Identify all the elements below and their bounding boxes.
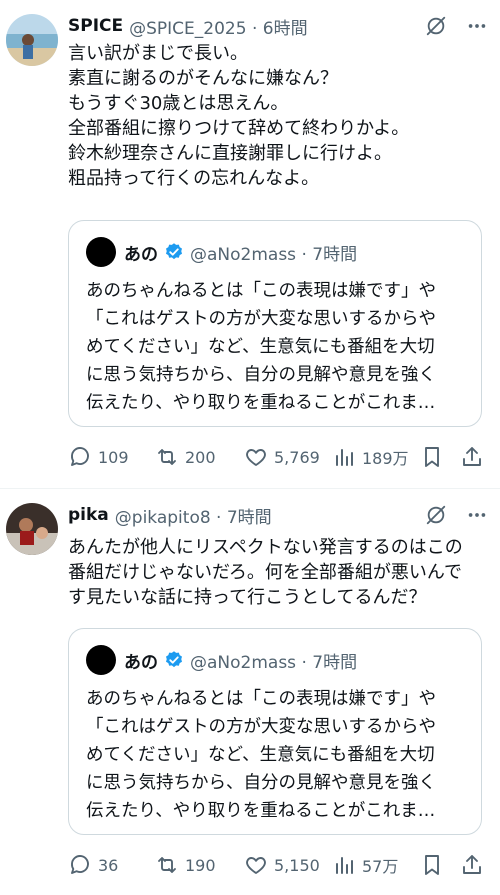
quoted-post[interactable]: あの @aNo2mass · 7時間 あのちゃんねるとは「この表現は嫌です」や … <box>68 220 482 427</box>
post-spice[interactable]: SPICE @SPICE_2025 · 6時間 言い訳がまじで長い。 素直に謝る… <box>0 0 500 488</box>
share-icon[interactable] <box>460 853 484 877</box>
views-icon <box>336 857 353 874</box>
repost-count: 190 <box>185 855 216 875</box>
repost-count: 200 <box>185 447 216 467</box>
reply-button[interactable]: 109 <box>68 443 129 471</box>
views-count: 57万 <box>362 857 399 876</box>
quoted-post-header: あの @aNo2mass · 7時間 <box>86 237 358 267</box>
post-text: あんたが他人にリスペクトない発言するのはこの 番組だけじゃないだろ。何を全部番組… <box>68 537 463 608</box>
views-count: 189万 <box>362 449 409 468</box>
reply-icon <box>71 855 89 874</box>
quoted-handle-time: @aNo2mass · 7時間 <box>190 652 358 673</box>
grok-icon[interactable] <box>425 504 447 526</box>
like-icon <box>246 449 266 466</box>
like-count: 5,769 <box>274 447 320 467</box>
grok-icon[interactable] <box>425 15 447 37</box>
post-header: pika @pikapito8 · 7時間 <box>68 503 272 528</box>
verified-badge-icon <box>166 651 182 668</box>
quoted-text: あのちゃんねるとは「この表現は嫌です」や 「これはゲストの方が大変な思いするから… <box>86 281 436 413</box>
avatar <box>86 237 116 267</box>
repost-button[interactable]: 200 <box>155 443 216 471</box>
quoted-display-name: あの <box>124 244 158 265</box>
repost-button[interactable]: 190 <box>155 851 216 879</box>
reply-count: 109 <box>98 447 129 467</box>
post-text: 言い訳がまじで長い。 素直に謝るのがそんなに嫌なん？ もうすぐ30歳とは思えん。… <box>68 43 410 189</box>
like-button[interactable]: 5,769 <box>244 443 320 471</box>
more-icon[interactable] <box>466 15 488 37</box>
quoted-post[interactable]: あの @aNo2mass · 7時間 あのちゃんねるとは「この表現は嫌です」や … <box>68 628 482 835</box>
reply-button[interactable]: 36 <box>68 851 118 879</box>
post-pika[interactable]: pika @pikapito8 · 7時間 あんたが他人にリスペクトない発言する… <box>0 489 500 895</box>
bookmark-icon[interactable] <box>420 853 444 877</box>
quoted-display-name: あの <box>124 652 158 673</box>
like-button[interactable]: 5,150 <box>244 851 320 879</box>
bookmark-icon[interactable] <box>420 445 444 469</box>
action-bar: 109 200 5,769 189万 <box>68 443 488 471</box>
avatar[interactable] <box>6 14 58 66</box>
quoted-post-header: あの @aNo2mass · 7時間 <box>86 645 358 675</box>
views-button[interactable]: 189万 <box>332 443 409 471</box>
views-button[interactable]: 57万 <box>332 851 398 879</box>
post-header: SPICE @SPICE_2025 · 6時間 <box>68 14 308 39</box>
reply-icon <box>71 447 89 466</box>
action-bar: 36 190 5,150 57万 <box>68 851 488 879</box>
share-icon[interactable] <box>460 445 484 469</box>
repost-icon <box>158 449 176 465</box>
like-icon <box>246 857 266 874</box>
handle-time[interactable]: @pikapito8 · 7時間 <box>115 503 272 528</box>
avatar <box>86 645 116 675</box>
repost-icon <box>158 857 176 873</box>
views-icon <box>336 449 353 466</box>
quoted-text: あのちゃんねるとは「この表現は嫌です」や 「これはゲストの方が大変な思いするから… <box>86 689 436 821</box>
more-icon[interactable] <box>466 504 488 526</box>
like-count: 5,150 <box>274 855 320 875</box>
display-name[interactable]: pika <box>68 505 109 525</box>
avatar[interactable] <box>6 503 58 555</box>
quoted-handle-time: @aNo2mass · 7時間 <box>190 244 358 265</box>
handle-time[interactable]: @SPICE_2025 · 6時間 <box>129 14 307 39</box>
reply-count: 36 <box>98 855 119 875</box>
verified-badge-icon <box>166 243 182 260</box>
display-name[interactable]: SPICE <box>68 16 123 36</box>
